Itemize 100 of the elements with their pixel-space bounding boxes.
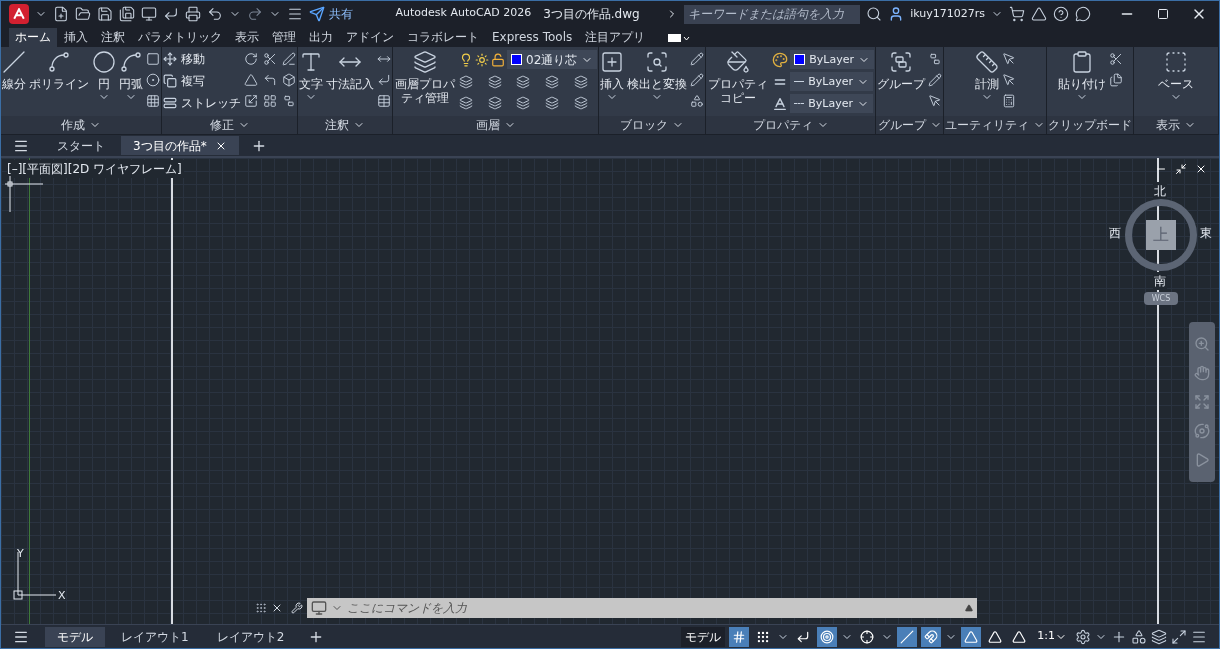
ribbon-tool[interactable]: 円 bbox=[92, 50, 116, 103]
ribbon-tab[interactable]: アドイン bbox=[340, 28, 400, 47]
color-wheel-icon[interactable] bbox=[772, 51, 789, 68]
select-icon[interactable] bbox=[928, 94, 942, 108]
array-icon[interactable] bbox=[263, 94, 277, 108]
ribbon-tool[interactable]: 複写 bbox=[163, 72, 241, 90]
fullscreen-icon[interactable] bbox=[1171, 628, 1187, 645]
search-field[interactable]: キーワードまたは語句を入力 bbox=[684, 4, 861, 24]
layout-tab[interactable]: レイアウト2 bbox=[204, 626, 297, 647]
layer-icon[interactable] bbox=[459, 75, 473, 89]
app-logo[interactable] bbox=[9, 4, 29, 24]
layout-tab[interactable]: レイアウト1 bbox=[109, 626, 201, 647]
pen-icon[interactable] bbox=[282, 52, 296, 66]
layer-icon[interactable] bbox=[487, 96, 502, 110]
share-button[interactable]: 共有 bbox=[309, 5, 353, 23]
rotate-icon[interactable] bbox=[244, 52, 258, 66]
folder-icon[interactable] bbox=[75, 6, 91, 22]
settings-icon[interactable] bbox=[1075, 628, 1091, 645]
layer-icon[interactable] bbox=[487, 75, 502, 89]
save-as-icon[interactable] bbox=[119, 6, 135, 22]
print-icon[interactable] bbox=[185, 6, 201, 22]
dropdown[interactable]: 02通り芯 bbox=[507, 50, 598, 69]
ribbon-tool[interactable]: 移動 bbox=[163, 50, 241, 68]
drawing-canvas[interactable] bbox=[1, 158, 1219, 624]
dropdown[interactable]: ByLayer bbox=[790, 94, 873, 113]
cart-icon[interactable] bbox=[1009, 6, 1025, 22]
wrench-icon[interactable] bbox=[291, 602, 303, 614]
device-icon[interactable] bbox=[141, 6, 157, 22]
ribbon-tool[interactable]: 線分 bbox=[2, 50, 26, 91]
layer-icon[interactable] bbox=[516, 75, 531, 89]
layer-icon[interactable] bbox=[573, 75, 588, 89]
chat-icon[interactable] bbox=[1075, 6, 1091, 22]
layout-tab[interactable]: モデル bbox=[45, 626, 105, 647]
cut-icon[interactable] bbox=[1108, 52, 1123, 66]
table-icon[interactable] bbox=[377, 94, 391, 108]
panel-title[interactable]: プロパティ bbox=[706, 116, 875, 134]
document-tab[interactable]: 3つ目の作品* bbox=[121, 136, 239, 155]
grip-icon[interactable] bbox=[255, 600, 267, 616]
ribbon-tab[interactable]: 管理 bbox=[266, 28, 302, 47]
save-icon[interactable] bbox=[97, 6, 113, 22]
layer-icon[interactable] bbox=[544, 75, 559, 89]
model-space-button[interactable]: モデル bbox=[681, 626, 726, 647]
ribbon-tab[interactable]: 注目アプリ bbox=[579, 28, 652, 47]
customize-icon[interactable] bbox=[287, 6, 303, 22]
ribbon-tool[interactable]: ベース bbox=[1158, 50, 1194, 103]
ribbon-tool[interactable]: 貼り付け bbox=[1057, 50, 1106, 103]
layer-icon[interactable] bbox=[544, 96, 559, 110]
close-icon[interactable] bbox=[271, 602, 283, 614]
dropdown[interactable]: ByLayer bbox=[790, 50, 874, 69]
viewport-label[interactable]: [–][平面図][2D ワイヤフレーム] bbox=[7, 160, 184, 178]
layers-icon[interactable] bbox=[1151, 628, 1167, 645]
restore-icon[interactable] bbox=[1175, 163, 1187, 175]
user-name[interactable]: ikuy171027rs bbox=[910, 5, 985, 23]
ribbon-tab[interactable]: 出力 bbox=[303, 28, 339, 47]
copy-icon[interactable] bbox=[1108, 73, 1123, 87]
panel-title[interactable]: 注釈 bbox=[298, 116, 392, 134]
layer-icon[interactable] bbox=[516, 96, 531, 110]
new-file-icon[interactable] bbox=[53, 6, 69, 22]
sun-icon[interactable] bbox=[475, 52, 489, 67]
layer-icon[interactable] bbox=[573, 96, 588, 110]
ribbon-tool[interactable]: ストレッチ bbox=[163, 94, 241, 112]
panel-title[interactable]: 画層 bbox=[393, 116, 599, 134]
layer-icon[interactable] bbox=[459, 96, 473, 110]
panel-title[interactable]: 表示 bbox=[1134, 116, 1218, 134]
panel-title[interactable]: 修正 bbox=[162, 116, 297, 134]
panel-title[interactable]: クリップボード bbox=[1047, 116, 1133, 134]
linetype-icon[interactable] bbox=[772, 95, 789, 112]
ribbon-tool[interactable]: 文字 bbox=[299, 50, 323, 103]
panel-title[interactable]: 作成 bbox=[1, 116, 161, 134]
ellipse-icon[interactable] bbox=[146, 73, 160, 87]
ribbon-tool[interactable]: 寸法記入 bbox=[326, 50, 374, 91]
ribbon-tool[interactable]: 計測 bbox=[974, 50, 999, 103]
dropdown[interactable]: ByLayer bbox=[790, 72, 873, 91]
ribbon-tab[interactable]: コラボレート bbox=[401, 28, 485, 47]
annotation-scale[interactable]: 1:1 bbox=[1033, 626, 1071, 647]
panel-title[interactable]: ユーティリティ bbox=[944, 116, 1046, 134]
redo-icon[interactable] bbox=[247, 6, 263, 22]
undo-icon[interactable] bbox=[207, 6, 223, 22]
calculator-icon[interactable] bbox=[1001, 94, 1016, 108]
ribbon-tool[interactable]: 挿入 bbox=[600, 50, 625, 103]
ribbon-tool[interactable]: 円弧 bbox=[119, 50, 143, 103]
document-tab[interactable]: スタート bbox=[45, 136, 117, 155]
panel-title[interactable]: ブロック bbox=[599, 116, 706, 134]
ribbon-tool[interactable]: プロパティコピー bbox=[707, 50, 770, 105]
panel-title[interactable]: グループ bbox=[876, 116, 943, 134]
hatch-icon[interactable] bbox=[146, 94, 160, 108]
close-icon[interactable] bbox=[1195, 163, 1207, 175]
expand-icon[interactable] bbox=[965, 604, 973, 612]
ribbon-display-icon[interactable] bbox=[668, 33, 691, 43]
padlock-icon[interactable] bbox=[491, 52, 505, 67]
ribbon-tab[interactable]: 注釈 bbox=[95, 28, 131, 47]
ribbon-tool[interactable]: グループ bbox=[877, 50, 925, 91]
rectangle-icon[interactable] bbox=[146, 52, 160, 66]
command-input[interactable]: ここにコマンドを入力 bbox=[347, 599, 961, 617]
ribbon-tab[interactable]: パラメトリック bbox=[132, 28, 228, 47]
ribbon-tool[interactable]: ポリライン bbox=[29, 50, 89, 91]
ribbon-tab[interactable]: 挿入 bbox=[58, 28, 94, 47]
ribbon-tab[interactable]: 表示 bbox=[229, 28, 265, 47]
search-icon[interactable] bbox=[866, 6, 883, 22]
ribbon-tab[interactable]: ホーム bbox=[9, 28, 57, 47]
